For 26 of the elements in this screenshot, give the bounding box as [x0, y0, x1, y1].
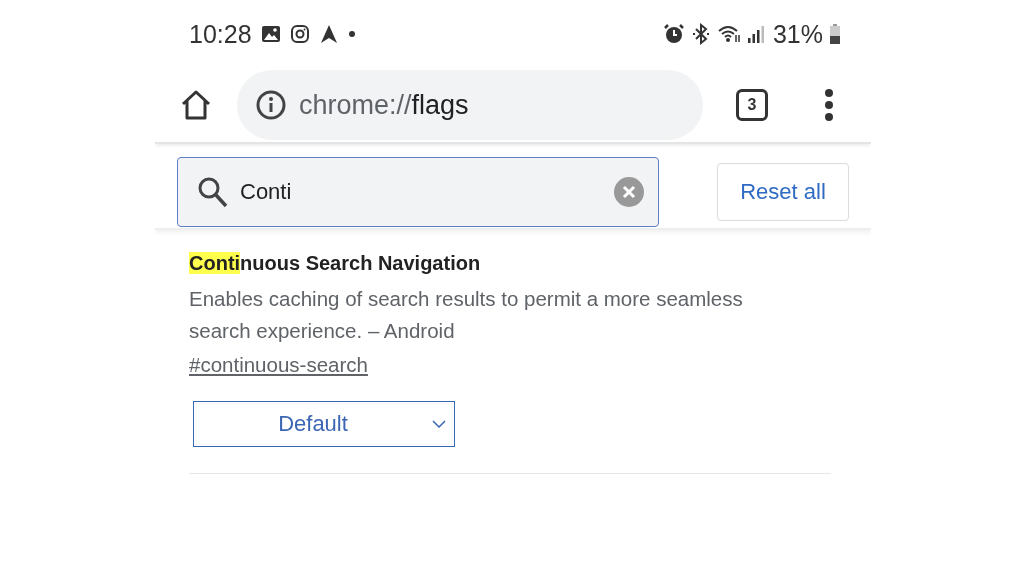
image-icon [260, 25, 281, 43]
battery-percent: 31% [772, 19, 823, 49]
search-icon [196, 175, 228, 209]
tab-count-button[interactable]: 3 [736, 89, 768, 121]
flag-link[interactable]: #continuous-search [189, 353, 368, 377]
navigation-icon [318, 24, 339, 44]
flag-title: Continuous Search Navigation [189, 252, 482, 275]
address-bar[interactable]: chrome://flags [237, 70, 703, 140]
flag-description: Enables caching of search results to permit a more seamless search experience. – Android [189, 286, 744, 344]
alarm-icon [662, 23, 685, 45]
chevron-down-icon [432, 420, 446, 428]
search-field[interactable]: Conti [177, 157, 659, 227]
menu-icon[interactable] [824, 88, 834, 122]
home-icon[interactable] [179, 88, 213, 122]
wifi-icon [716, 24, 741, 44]
clear-icon[interactable] [614, 177, 644, 207]
status-time: 10:28 [189, 19, 252, 49]
bluetooth-icon [690, 23, 711, 45]
state-dropdown[interactable]: Default [193, 401, 455, 447]
reset-all-button[interactable]: Reset all [717, 163, 849, 221]
camera-icon [289, 24, 310, 44]
info-icon [255, 89, 287, 121]
url-text: chrome://flags [299, 89, 469, 121]
dot-icon [347, 30, 356, 38]
battery-icon [829, 23, 841, 45]
signal-icon [746, 24, 765, 44]
